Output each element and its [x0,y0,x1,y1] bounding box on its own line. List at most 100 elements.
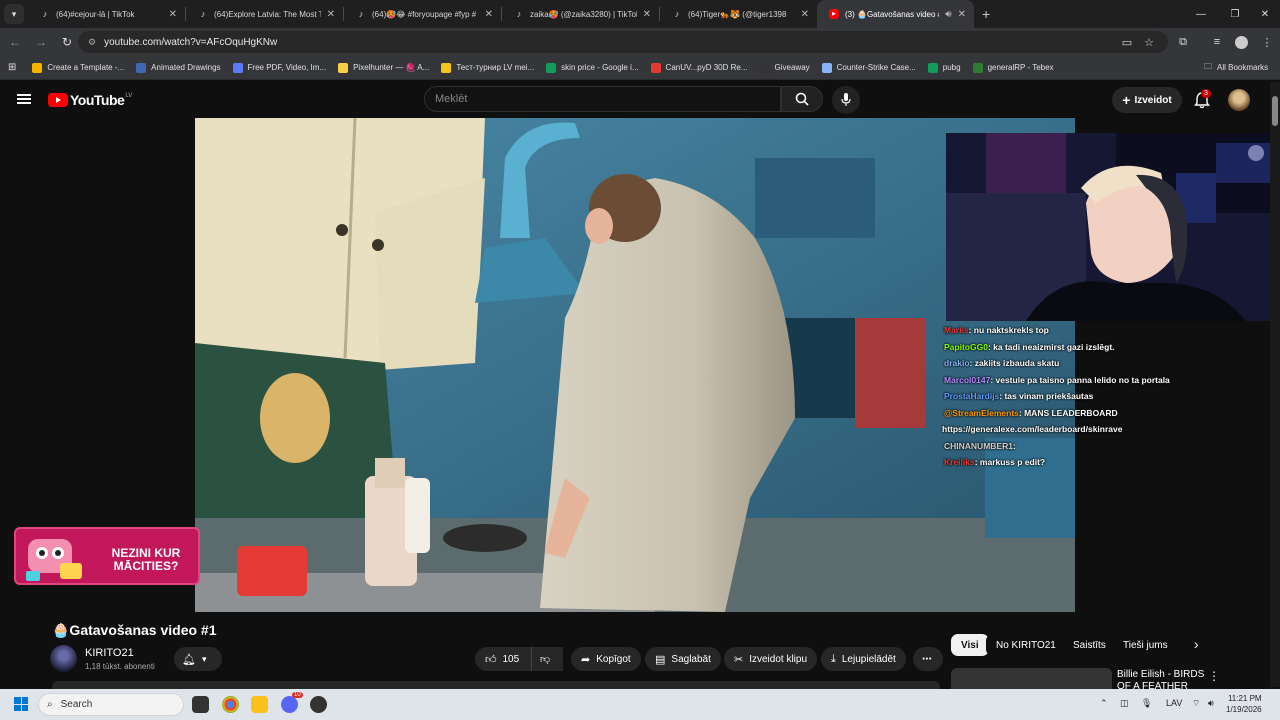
chat-message: drakio: zakiits izbauda skatu [940,355,1280,372]
chevron-down-icon: ▾ [201,653,207,664]
chat-text: : zakiits izbauda skatu [969,358,1060,368]
bookmark-label: Тест-турнир LV mei... [456,63,535,72]
page-scrollbar[interactable] [1270,82,1280,687]
description-box[interactable] [52,681,940,689]
bookmark-item[interactable]: Free PDF, Video, Im... [232,62,326,73]
share-label: Kopīgot [596,653,631,665]
filter-chip[interactable]: Saistīts [1063,634,1116,656]
bookmark-item[interactable]: Тест-турнир LV mei... [441,62,535,73]
bookmark-item[interactable]: Pixelhunter — 🧶 A... [338,62,430,73]
keyboard-language[interactable]: LAV [1166,698,1182,708]
minimize-button[interactable]: — [1184,0,1218,28]
chat-username: PapitoGG0 [944,341,988,352]
dislike-button[interactable]: 👎︎ [531,647,563,671]
close-tab-icon[interactable]: ✕ [801,9,809,20]
site-info-icon[interactable]: ⚙ [88,37,96,48]
tray-overflow-icon[interactable]: ⌃ [1100,698,1108,709]
download-button[interactable]: ⤓ Lejupielādēt [821,647,906,671]
browser-tab[interactable]: ♪ (64)Explore Latvia: The Most Te ✕ [186,0,343,28]
forward-button[interactable]: → [28,29,54,55]
omnibox[interactable]: ⚙ youtube.com/watch?v=AFcOquHgKNw [78,31,1168,53]
apps-grid-icon[interactable]: ⊞ [8,62,16,73]
task-view-icon[interactable] [192,696,209,713]
back-button[interactable]: ← [2,29,28,55]
scrollbar-thumb[interactable] [1272,96,1278,126]
all-bookmarks-button[interactable]: 🗀 All Bookmarks [1204,61,1268,75]
reload-button[interactable]: ↻ [54,29,80,55]
browser-menu-icon[interactable]: ⋮ [1258,33,1276,51]
volume-icon[interactable]: 🔊︎ [1208,698,1214,709]
microphone-icon[interactable]: 🎙︎ [1141,698,1152,709]
bookmark-item[interactable]: Animated Drawings [136,62,221,73]
maximize-button[interactable]: ❐ [1218,0,1252,28]
bookmark-label: Pixelhunter — 🧶 A... [353,63,430,72]
browser-tab[interactable]: ♪ zaika🥵 (@zaika3280) | TikTok ✕ [502,0,659,28]
browser-tab[interactable]: ♪ (64)Tiger🐅🐯 (@tiger1398 ✕ [660,0,817,28]
chevron-right-icon[interactable]: › [1194,636,1199,652]
new-tab-button[interactable]: + [982,6,990,22]
filter-chip[interactable]: Tieši jums [1113,634,1178,656]
search-input[interactable]: Meklēt [424,86,781,112]
browser-tab[interactable]: ♪ (64)#cejour-lā | TikTok ✕ [28,0,185,28]
network-icon[interactable]: ◫ [1120,698,1129,709]
chrome-icon[interactable] [222,696,239,713]
bookmark-star-icon[interactable]: ☆ [1140,33,1158,51]
save-button[interactable]: ▤ Saglabāt [645,647,721,671]
browser-tab[interactable]: ♪ (64)🥵😂 #foryoupage #fyp # ✕ [344,0,501,28]
bookmark-favicon-icon [136,62,147,73]
chat-message: https://generalexe.com/leaderboard/skinr… [940,421,1280,438]
youtube-logo[interactable]: YouTube LV [48,92,132,108]
address-toolbar: ← → ↻ ⚙ youtube.com/watch?v=AFcOquHgKNw … [0,28,1280,56]
close-tab-icon[interactable]: ✕ [643,9,651,20]
bookmark-item[interactable]: pubg [927,62,961,73]
bookmark-item[interactable]: Create a Template -... [32,62,124,73]
file-explorer-icon[interactable] [251,696,268,713]
user-avatar[interactable] [1228,89,1250,111]
chat-message: Marcol0147: vestule pa taisno panna leli… [940,372,1280,389]
bookmark-item[interactable]: skin price - Google i... [546,62,639,73]
channel-name[interactable]: KIRITO21 [85,647,134,659]
chat-text: : ka tadi neaizmirst gazi izslēgt. [987,341,1115,352]
obs-icon[interactable] [310,696,327,713]
filter-chip[interactable]: Visi [951,634,989,656]
tab-audio-icon[interactable]: 🔊︎ [945,9,951,20]
extensions-icon[interactable]: ⧉ [1174,33,1192,51]
close-tab-icon[interactable]: ✕ [958,9,966,20]
cast-icon[interactable]: ▭ [1118,33,1136,51]
reading-list-icon[interactable]: ≡ [1208,33,1226,51]
bookmark-item[interactable]: generalRP - Tebex [972,62,1054,73]
close-tab-icon[interactable]: ✕ [327,9,335,20]
more-actions-button[interactable]: ⋯ [913,647,943,671]
profile-icon[interactable] [1232,33,1250,51]
share-button[interactable]: ➦ Kopīgot [571,647,641,671]
wifi-icon[interactable]: ⌔ [1192,698,1200,709]
bookmark-item[interactable]: Giveaway [759,62,810,73]
subscription-bell-button[interactable]: 🔔︎ ▾ [174,647,222,671]
tab-search-dropdown-button[interactable]: ▾ [4,4,24,24]
voice-search-button[interactable] [832,86,860,114]
system-clock[interactable]: 11:21 PM 1/19/2026 [1226,693,1262,715]
plus-icon: + [1122,92,1131,108]
tab-list: ♪ (64)#cejour-lā | TikTok ✕ ♪ (64)Explore La… [28,0,974,28]
close-tab-icon[interactable]: ✕ [169,9,177,20]
search-button[interactable] [781,86,823,112]
search-icon: ⌕ [47,699,53,710]
browser-tab[interactable]: ▶ (3) 🧁Gatavošanas video # 🔊︎ ✕ [817,0,974,28]
bookmark-favicon-icon [546,62,557,73]
taskbar-search-label: Search [60,699,93,710]
recommendation-menu-icon[interactable]: ⋮ [1208,669,1220,683]
discord-icon[interactable] [281,696,298,713]
close-tab-icon[interactable]: ✕ [485,9,493,20]
taskbar-search[interactable]: ⌕ Search [38,693,184,716]
clip-button[interactable]: ✂ Izveidot klipu [724,647,818,671]
filter-chip[interactable]: No KIRITO21 [986,634,1066,656]
bookmark-item[interactable]: Counter-Strike Case... [821,62,916,73]
hamburger-menu-icon[interactable] [17,94,31,104]
like-count: 105 [502,653,520,665]
channel-avatar[interactable] [50,645,77,672]
windows-start-icon[interactable] [14,697,28,711]
create-button[interactable]: + Izveidot [1112,87,1182,113]
bookmark-item[interactable]: CanUV...pyD 30D Re... [650,62,748,73]
bookmark-label: pubg [942,63,961,72]
close-window-button[interactable]: ✕ [1248,0,1280,28]
